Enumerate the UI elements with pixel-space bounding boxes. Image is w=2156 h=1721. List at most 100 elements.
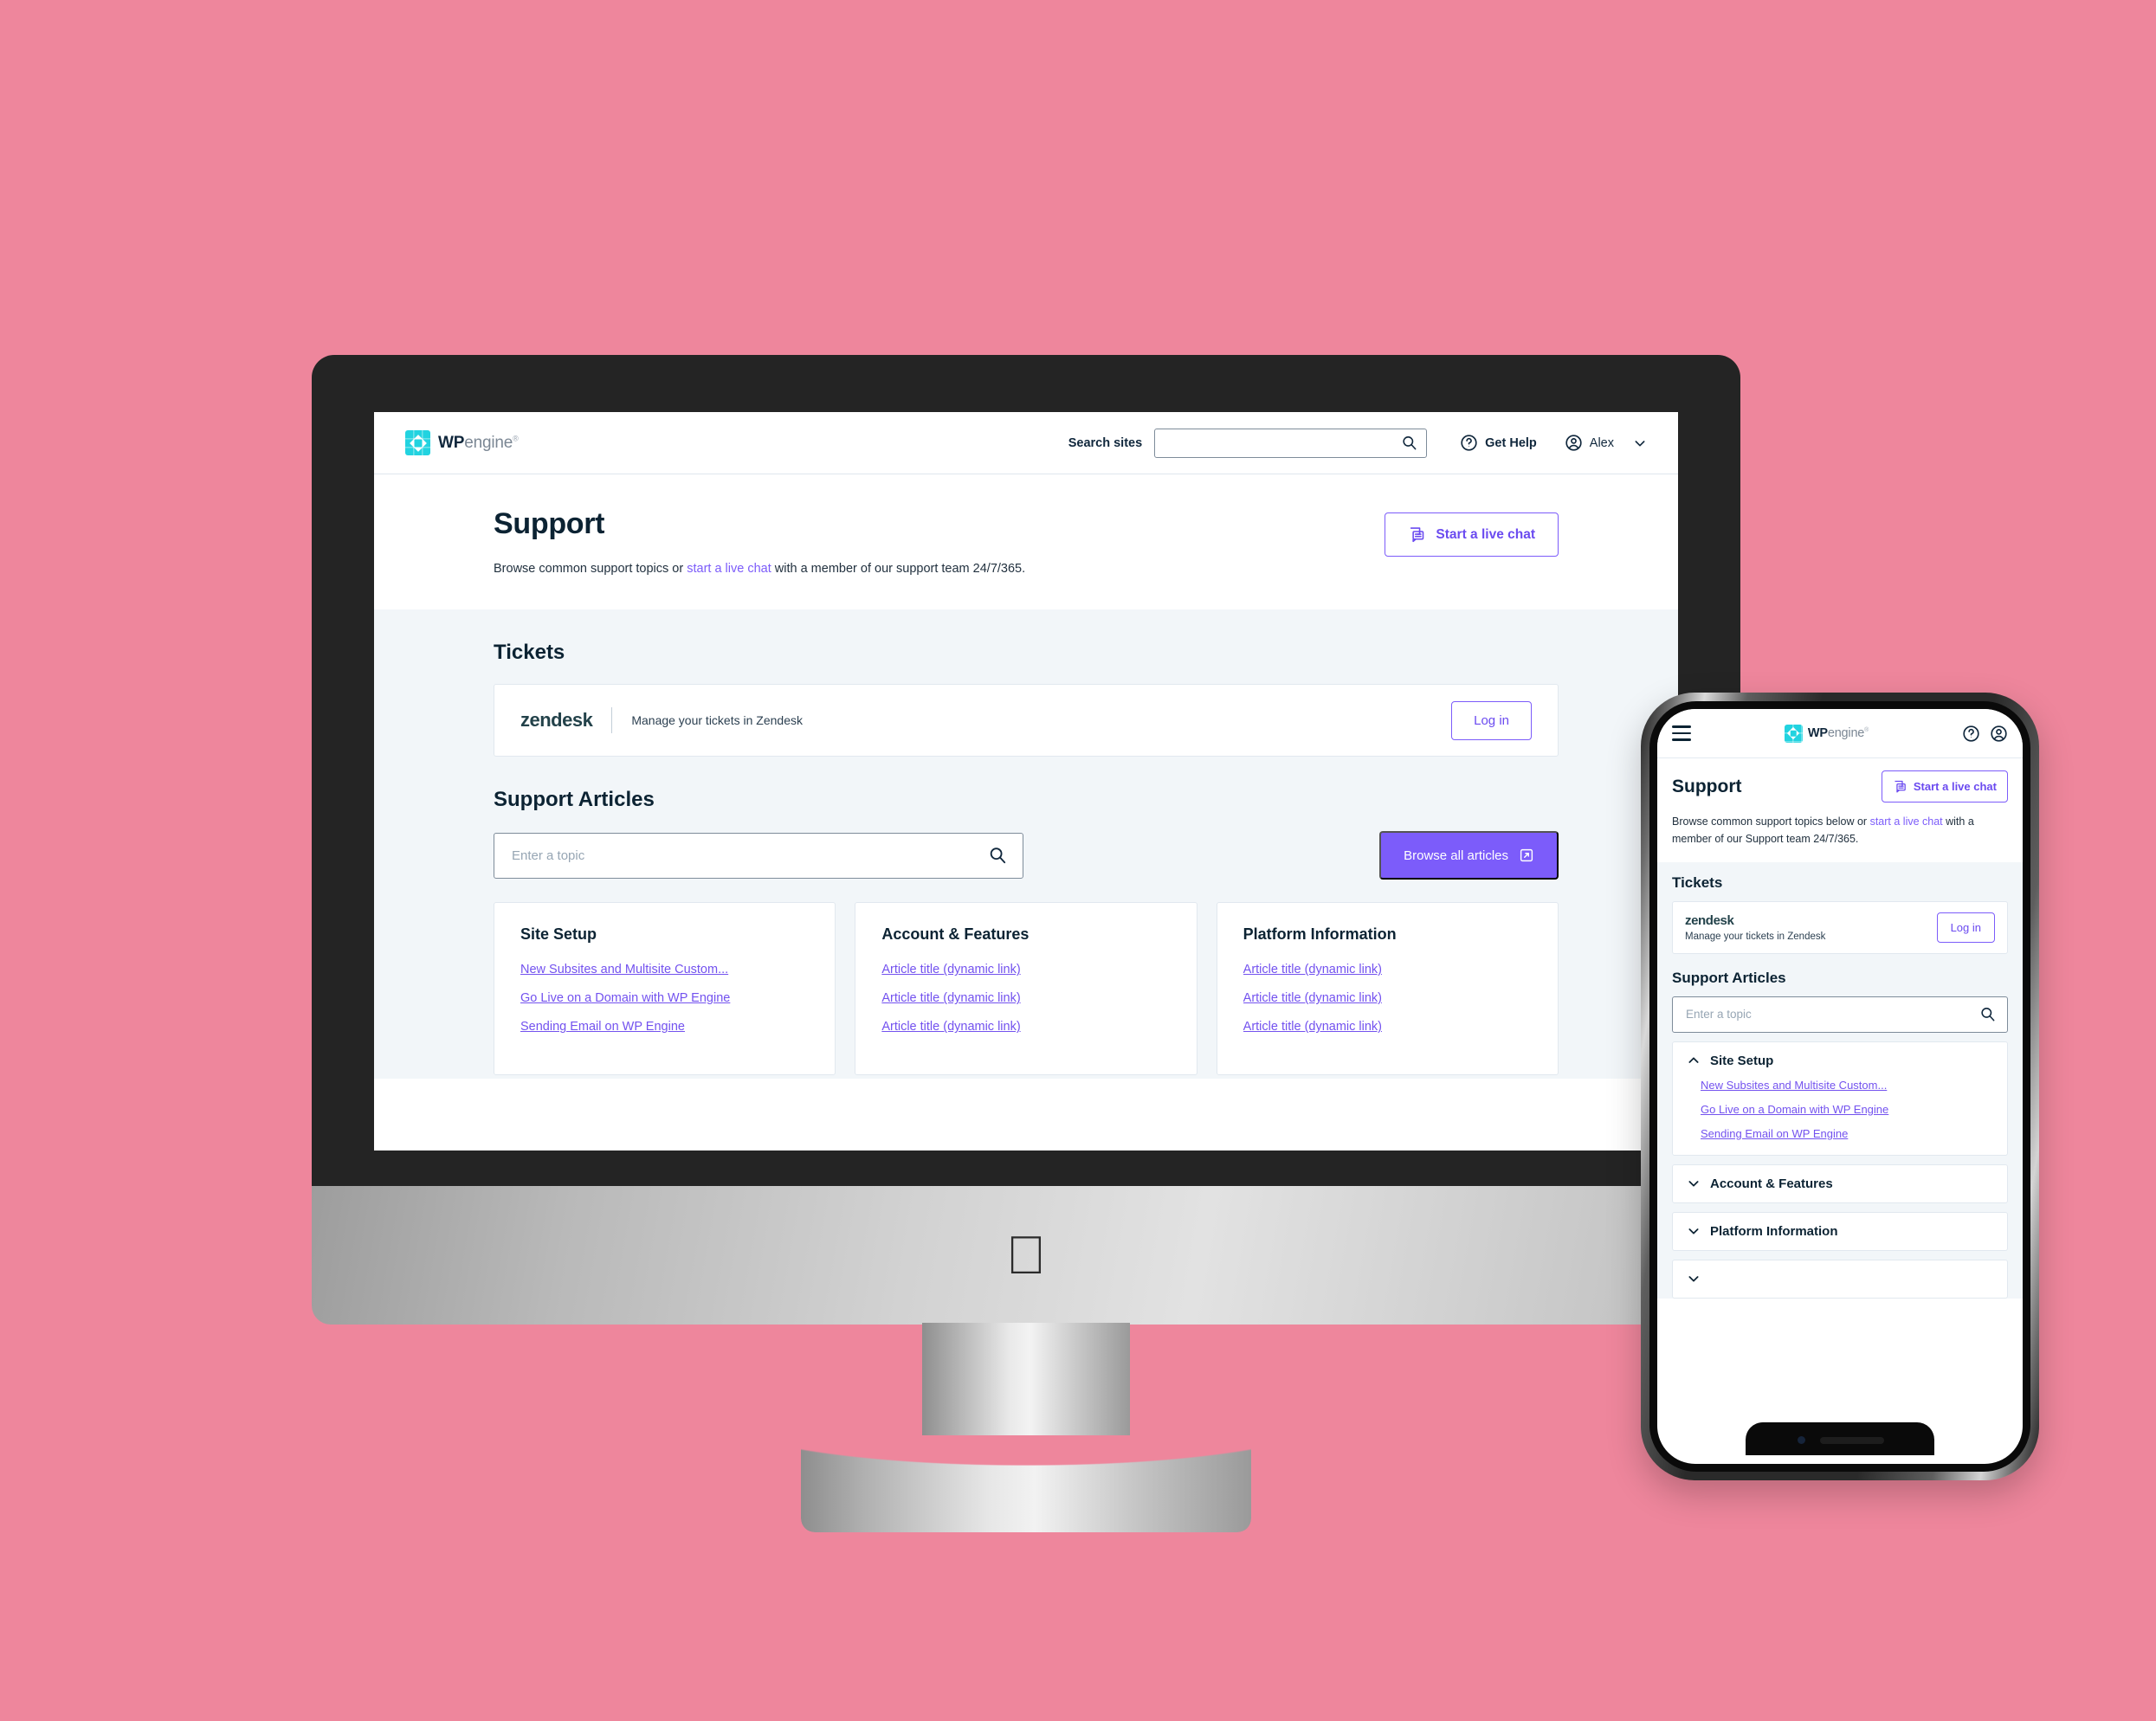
article-link[interactable]: Sending Email on WP Engine xyxy=(520,1020,809,1034)
article-link[interactable]: Article title (dynamic link) xyxy=(1243,991,1532,1005)
search-icon[interactable] xyxy=(1401,435,1417,451)
question-circle-icon xyxy=(1461,435,1477,451)
divider xyxy=(611,707,613,734)
hero-desc-before: Browse common support topics or xyxy=(494,562,687,576)
accordion-header[interactable]: Account & Features xyxy=(1687,1176,1993,1191)
search-icon[interactable] xyxy=(1979,1006,1996,1022)
chat-bubble-icon xyxy=(1895,780,1906,793)
imac-bezel: WPengine® Search sites Get Help Alex Sup… xyxy=(312,355,1740,1186)
chevron-down-icon[interactable] xyxy=(1687,1224,1701,1238)
tickets-heading: Tickets xyxy=(494,641,565,665)
wpengine-wordmark: WPengine® xyxy=(438,434,519,453)
wpengine-logo[interactable]: WPengine® xyxy=(1784,724,1869,743)
start-live-chat-link[interactable]: start a live chat xyxy=(1870,815,1943,828)
user-circle-icon xyxy=(1565,435,1582,451)
article-link[interactable]: New Subsites and Multisite Custom... xyxy=(1701,1079,1993,1092)
search-sites-box[interactable] xyxy=(1154,428,1428,458)
hero-description: Browse common support topics or start a … xyxy=(494,558,1030,580)
accordion-item-partial[interactable] xyxy=(1672,1259,2008,1299)
chevron-up-icon[interactable] xyxy=(1687,1054,1701,1067)
start-live-chat-link[interactable]: start a live chat xyxy=(687,562,771,576)
article-column-title: Site Setup xyxy=(520,925,597,944)
user-circle-icon[interactable] xyxy=(1990,725,2008,743)
zendesk-login-button[interactable]: Log in xyxy=(1936,912,1995,943)
article-link[interactable]: New Subsites and Multisite Custom... xyxy=(520,963,809,977)
zendesk-description: Manage your tickets in Zendesk xyxy=(1685,931,1826,942)
chevron-down-icon[interactable] xyxy=(1687,1176,1701,1190)
accordion-item-platform-information[interactable]: Platform Information xyxy=(1672,1211,2008,1251)
accordion-title: Platform Information xyxy=(1710,1223,1838,1239)
zendesk-login-button[interactable]: Log in xyxy=(1451,700,1532,740)
apple-logo-icon:  xyxy=(1006,1229,1047,1283)
wpengine-wordmark: WPengine® xyxy=(1808,726,1869,740)
search-sites-input[interactable] xyxy=(1164,435,1402,451)
article-link[interactable]: Go Live on a Domain with WP Engine xyxy=(520,991,809,1005)
hamburger-menu-icon[interactable] xyxy=(1672,725,1691,741)
imac-stand-neck xyxy=(922,1323,1130,1435)
wpengine-logo[interactable]: WPengine® xyxy=(405,430,519,455)
start-live-chat-button-label: Start a live chat xyxy=(1913,780,1997,793)
imac-stand-foot xyxy=(801,1420,1251,1532)
start-live-chat-button-label: Start a live chat xyxy=(1436,526,1535,542)
article-link[interactable]: Article title (dynamic link) xyxy=(1243,963,1532,977)
front-camera-icon xyxy=(1798,1436,1805,1444)
chat-bubble-icon xyxy=(1410,527,1424,543)
mobile-content-band: Tickets zendesk Manage your tickets in Z… xyxy=(1657,861,2023,1299)
get-help-button[interactable]: Get Help xyxy=(1460,434,1537,452)
zendesk-card: zendesk Manage your tickets in Zendesk L… xyxy=(494,684,1559,757)
tickets-heading: Tickets xyxy=(1672,873,1723,891)
zendesk-description: Manage your tickets in Zendesk xyxy=(631,713,803,728)
imac-screen: WPengine® Search sites Get Help Alex Sup… xyxy=(374,412,1678,1151)
browse-all-articles-button[interactable]: Browse all articles xyxy=(1379,831,1559,880)
brand-wp: WP xyxy=(438,433,465,452)
get-help-label: Get Help xyxy=(1485,435,1537,450)
topic-search-box[interactable] xyxy=(494,832,1023,879)
article-columns: Site Setup New Subsites and Multisite Cu… xyxy=(494,902,1559,1076)
article-column: Site Setup New Subsites and Multisite Cu… xyxy=(494,902,836,1076)
article-link[interactable]: Article title (dynamic link) xyxy=(881,963,1170,977)
page-title: Support xyxy=(1672,776,1742,796)
imac-device: WPengine® Search sites Get Help Alex Sup… xyxy=(312,355,1740,1532)
topic-search-input[interactable] xyxy=(1684,1007,1979,1022)
accordion-item-account-features[interactable]: Account & Features xyxy=(1672,1163,2008,1203)
iphone-device: WPengine® Support Start a live chat Brow… xyxy=(1641,693,2039,1480)
brand-trademark: ® xyxy=(513,434,519,443)
brand-wp: WP xyxy=(1807,726,1828,740)
start-live-chat-button[interactable]: Start a live chat xyxy=(1385,512,1559,557)
accordion-header[interactable] xyxy=(1687,1272,1993,1286)
accordion-title xyxy=(1710,1272,1714,1286)
hero-desc-after: with a member of our support team 24/7/3… xyxy=(771,562,1026,576)
desktop-topbar: WPengine® Search sites Get Help Alex xyxy=(374,412,1678,474)
chevron-down-icon[interactable] xyxy=(1687,1272,1701,1286)
article-link[interactable]: Go Live on a Domain with WP Engine xyxy=(1701,1103,1993,1116)
brand-engine: engine xyxy=(1827,726,1865,740)
topic-search-box[interactable] xyxy=(1672,996,2008,1033)
article-column-title: Account & Features xyxy=(881,925,1030,944)
brand-trademark: ® xyxy=(1864,727,1869,734)
accordion-item-site-setup[interactable]: Site Setup New Subsites and Multisite Cu… xyxy=(1672,1041,2008,1156)
support-articles-heading: Support Articles xyxy=(1672,969,1786,986)
search-icon[interactable] xyxy=(988,846,1007,865)
article-link[interactable]: Article title (dynamic link) xyxy=(881,1020,1170,1034)
accordion-title: Site Setup xyxy=(1710,1053,1774,1068)
zendesk-logo: zendesk xyxy=(520,709,593,732)
wpengine-mark-icon xyxy=(1784,724,1803,743)
accordion-header[interactable]: Platform Information xyxy=(1687,1224,1993,1239)
question-circle-icon[interactable] xyxy=(1962,725,1980,743)
article-link[interactable]: Article title (dynamic link) xyxy=(1243,1020,1532,1034)
article-column-title: Platform Information xyxy=(1243,925,1397,944)
article-link[interactable]: Article title (dynamic link) xyxy=(881,991,1170,1005)
imac-chin:  xyxy=(312,1186,1740,1325)
user-menu[interactable]: Alex xyxy=(1565,434,1647,452)
brand-engine: engine xyxy=(464,433,513,452)
article-column: Platform Information Article title (dyna… xyxy=(1216,902,1559,1076)
chevron-down-icon[interactable] xyxy=(1633,436,1647,450)
start-live-chat-button[interactable]: Start a live chat xyxy=(1881,770,2008,802)
article-link[interactable]: Sending Email on WP Engine xyxy=(1701,1127,1993,1140)
external-link-icon xyxy=(1520,849,1533,862)
accordion-header[interactable]: Site Setup xyxy=(1687,1054,1993,1068)
desktop-content-band: Tickets zendesk Manage your tickets in Z… xyxy=(374,609,1678,1080)
mobile-hero: Support Start a live chat Browse common … xyxy=(1657,758,2023,862)
desktop-hero: Support Browse common support topics or … xyxy=(374,474,1678,610)
topic-search-input[interactable] xyxy=(510,847,988,864)
